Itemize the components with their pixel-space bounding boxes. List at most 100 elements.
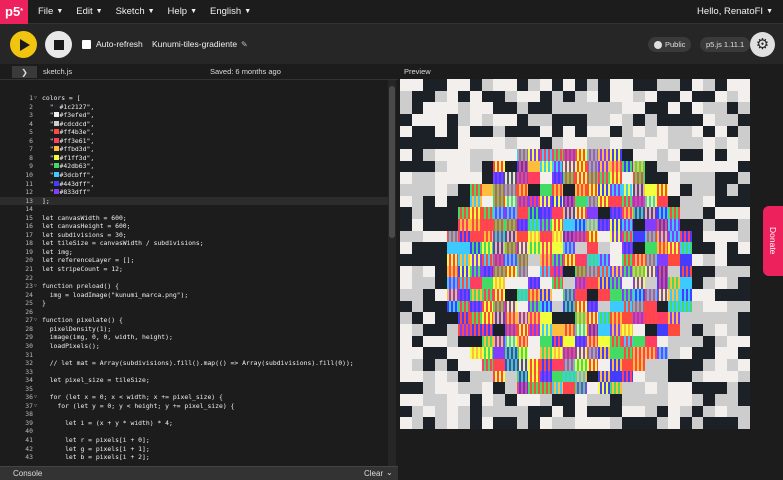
menu-help[interactable]: Help ▼ [168,6,197,17]
visibility-toggle[interactable]: Public [648,37,692,52]
code-line[interactable]: 29 image(img, 0, 0, width, height); [0,333,388,342]
sketch-tile [680,184,692,196]
auto-refresh-toggle[interactable]: Auto-refresh [82,39,143,49]
code-line[interactable]: 17 let subdivisions = 30; [0,231,388,240]
sketch-tile [446,359,459,371]
fold-arrow-icon[interactable]: ▽ [34,94,37,103]
code-line[interactable]: 13]; [0,196,388,206]
code-editor[interactable]: 1 ▽ colors = [2 " #1c2127", 3 " #f3efed", 4 " #… [0,80,398,466]
code-line[interactable]: 40 [0,427,388,436]
code-line[interactable]: 20 let referenceLayer = []; [0,256,388,265]
code-line[interactable]: 12 " #833dff" [0,188,388,197]
code-line[interactable]: 33 [0,368,388,377]
code-line[interactable]: 21 let stripeCount = 12; [0,265,388,274]
sketch-name[interactable]: Kunumi-tiles-gradiente ✎ [152,39,248,49]
sketch-tile [470,335,482,348]
code-line[interactable]: 39 let i = (x + y * width) * 4; [0,419,388,428]
sketch-tile [703,160,715,173]
p5-logo[interactable]: p5 * [0,0,28,24]
sketch-tile [423,324,435,336]
sketch-tile [470,102,482,114]
code-line[interactable]: 7 " #ffbd3d", [0,145,388,154]
sketch-tile [528,335,540,348]
menu-edit[interactable]: Edit ▼ [76,6,102,17]
code-line[interactable]: 23 ▽ function preload() { [0,282,388,291]
code-line[interactable]: 22 [0,274,388,283]
preview-canvas[interactable] [400,79,750,429]
code-line[interactable]: 10 " #3dcbff", [0,171,388,180]
fold-arrow-icon[interactable]: ▽ [34,393,37,402]
code-line[interactable]: 34 let pixel_size = tileSize; [0,376,388,385]
donate-button[interactable]: Donate [763,206,783,276]
sketch-tile [610,219,622,231]
code-line[interactable]: 2 " #1c2127", [0,103,388,112]
sketch-tile [540,230,552,243]
code-line[interactable]: 1 ▽ colors = [ [0,94,388,103]
sketch-tile [551,394,564,406]
code-line[interactable]: 14 [0,205,388,214]
sketch-tile [446,184,459,196]
pencil-icon[interactable]: ✎ [241,40,248,49]
main-menu: File ▼ Edit ▼ Sketch ▼ Help ▼ English ▼ [38,6,264,17]
menu-sketch[interactable]: Sketch ▼ [116,6,155,17]
code-line[interactable]: 15 let canvasWidth = 600; [0,214,388,223]
code-line[interactable]: 9 " #42db63", [0,162,388,171]
code-line[interactable]: 24 img = loadImage("kunumi_marca.png"); [0,291,388,300]
code-line[interactable]: 38 [0,410,388,419]
code-line[interactable]: 36 ▽ for (let x = 0; x < width; x += pixe… [0,393,388,402]
console-bar[interactable]: Console Clear ⌄ [0,466,398,480]
sketch-tile [575,324,587,336]
stop-button[interactable] [45,31,72,58]
sketch-tile [493,265,505,278]
code-line[interactable]: 28 pixelDensity(1); [0,325,388,334]
code-line[interactable]: 42 let g = pixels[i + 1]; [0,445,388,454]
globe-icon [654,40,662,49]
sketch-tile [551,254,564,266]
console-clear-button[interactable]: Clear [364,469,383,478]
sketch-tile [446,125,459,138]
sketch-tile [423,265,435,278]
editor-scroll-thumb[interactable] [389,86,395,238]
fold-arrow-icon[interactable]: ▽ [34,402,37,411]
code-line[interactable]: 30 loadPixels(); [0,342,388,351]
code-line[interactable]: 43 let b = pixels[i + 2]; [0,453,388,462]
play-button[interactable] [10,31,37,58]
sidebar-toggle-button[interactable]: ❯ [12,66,37,78]
code-line[interactable]: 37 ▽ for (let y = 0; y < height; y += pix… [0,402,388,411]
menu-language[interactable]: English ▼ [210,6,251,17]
code-line[interactable]: 3 " #f3efed", [0,111,388,120]
settings-button[interactable]: ⚙ [750,32,775,57]
menu-file[interactable]: File ▼ [38,6,63,17]
code-line[interactable]: 18 let tileSize = canvasWidth / subdivisi… [0,239,388,248]
code-line[interactable]: 27 ▽ function pixelate() { [0,316,388,325]
sketch-tile [446,79,459,91]
user-menu[interactable]: Hello, RenatoFI ▼ [697,6,773,17]
sketch-tile [598,207,610,219]
sketch-tile [656,114,669,126]
code-line[interactable]: 4 " #cdcdcd", [0,120,388,129]
version-badge[interactable]: p5.js 1.11.1 [700,37,751,52]
sketch-tile [446,114,459,126]
code-line[interactable]: 41 let r = pixels[i + 0]; [0,436,388,445]
sketch-tile [551,90,564,103]
code-line[interactable]: 6 " #ff3e61", [0,137,388,146]
code-line[interactable]: 19 let img; [0,248,388,257]
code-line[interactable]: 35 [0,385,388,394]
sketch-tile [563,394,575,406]
chevron-down-icon[interactable]: ⌄ [386,468,393,477]
code-line[interactable]: 5 " #ff4b3e", [0,128,388,137]
sketch-tile [633,254,645,266]
sketch-tile [680,394,692,406]
code-line[interactable]: 31 [0,351,388,360]
code-line[interactable]: 26 [0,308,388,317]
auto-refresh-checkbox[interactable] [82,39,91,49]
code-line[interactable]: 25} [0,299,388,308]
code-line[interactable]: 8 " #f1ff3d", [0,154,388,163]
fold-arrow-icon[interactable]: ▽ [34,282,37,291]
code-line[interactable]: 16 let canvasHeight = 600; [0,222,388,231]
code-line[interactable]: 11 " #443dff", [0,180,388,189]
fold-arrow-icon[interactable]: ▽ [34,316,37,325]
sketch-tile [633,149,645,161]
file-tab[interactable]: sketch.js [43,67,72,76]
code-line[interactable]: 32 // let mat = Array(subdivisions).fill… [0,359,388,368]
